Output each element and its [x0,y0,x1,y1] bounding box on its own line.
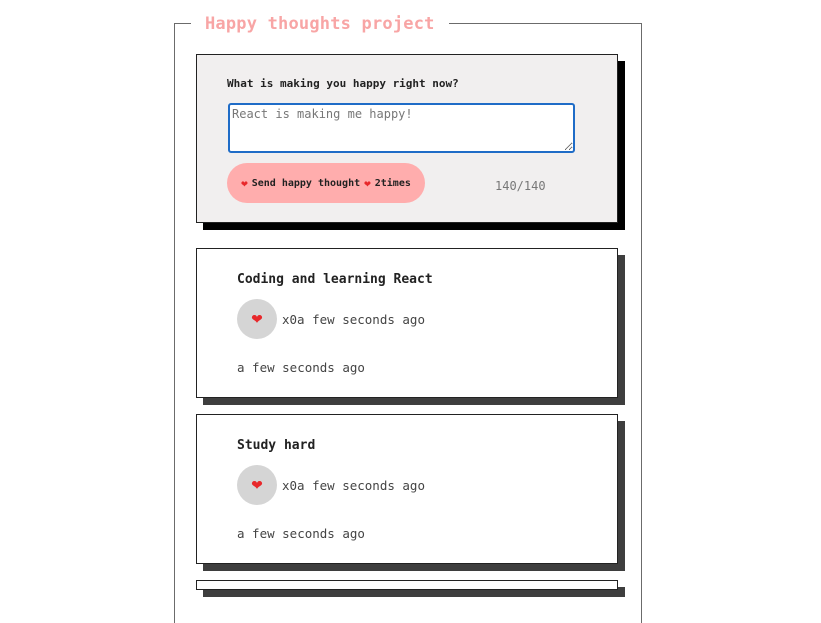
heart-icon: ❤ [251,476,263,493]
thought-card [196,580,618,590]
thought-form: What is making you happy right now? ❤ Se… [196,54,618,223]
send-button-label: Send happy thought [251,177,361,189]
like-button[interactable]: ❤ [237,299,277,339]
thought-card: Coding and learning React ❤ x0a few seco… [196,248,618,398]
send-thought-button[interactable]: ❤ Send happy thought ❤ 2times [227,163,425,203]
like-button[interactable]: ❤ [237,465,277,505]
thought-input[interactable] [228,103,575,153]
thought-timestamp: a few seconds ago [237,360,365,375]
thought-text: Study hard [237,438,316,453]
thought-card: Study hard ❤ x0a few seconds ago a few s… [196,414,618,564]
send-button-suffix: 2times [374,177,411,189]
heart-icon: ❤ [364,176,371,190]
heart-icon: ❤ [251,310,263,327]
thought-timestamp: a few seconds ago [237,526,365,541]
like-info: x0a few seconds ago [282,312,425,327]
like-info: x0a few seconds ago [282,478,425,493]
heart-icon: ❤ [241,176,248,190]
form-question: What is making you happy right now? [227,77,459,90]
thought-text: Coding and learning React [237,272,433,287]
page-title: Happy thoughts project [191,12,449,36]
character-counter: 140/140 [495,179,546,193]
